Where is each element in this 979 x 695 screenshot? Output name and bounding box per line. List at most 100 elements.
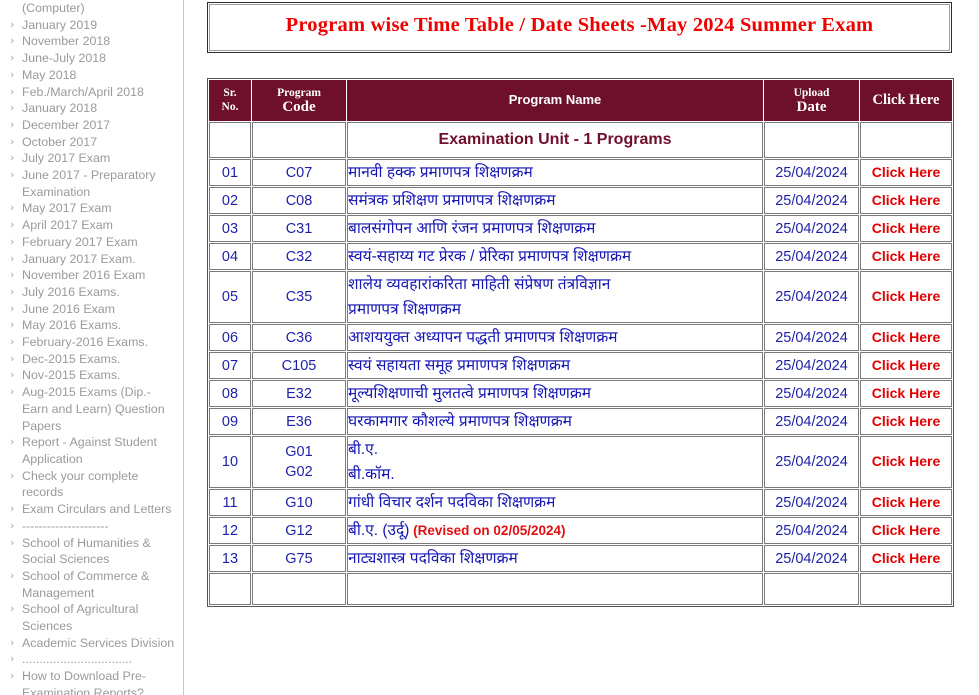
chevron-right-icon: ›	[10, 652, 15, 666]
sidebar-item-15[interactable]: › July 2016 Exams.	[0, 284, 183, 301]
sidebar-item-label: February 2017 Exam	[22, 234, 138, 249]
program-code-line: C31	[285, 220, 313, 237]
chevron-right-icon: ›	[10, 335, 15, 349]
program-name-line: मानवी हक्क प्रमाणपत्र शिक्षणक्रम	[348, 164, 533, 181]
chevron-right-icon: ›	[10, 568, 15, 582]
sidebar-item-6[interactable]: › December 2017	[0, 117, 183, 134]
table-row: 13 G75 नाट्यशास्त्र पदविका शिक्षणक्रम 25/04…	[209, 545, 952, 572]
program-name-line: घरकामगार कौशल्ये प्रमाणपत्र शिक्षणक्रम	[348, 413, 572, 430]
sidebar-item-26[interactable]: › School of Humanities & Social Sciences	[0, 535, 183, 568]
cell-click-here[interactable]: Click Here	[860, 517, 952, 544]
click-here-link[interactable]: Click Here	[872, 248, 940, 264]
sidebar-item-label: School of Humanities & Social Sciences	[22, 535, 151, 567]
click-here-link[interactable]: Click Here	[872, 494, 940, 510]
sidebar-item-label: November 2016 Exam	[22, 268, 146, 283]
sidebar-item-0[interactable]: › January 2019	[0, 17, 183, 34]
sidebar-item-11[interactable]: › April 2017 Exam	[0, 217, 183, 234]
cell-program-name: समंत्रक प्रशिक्षण प्रमाणपत्र शिक्षणक्रम	[347, 187, 763, 214]
program-code-line2: Code	[282, 99, 316, 115]
cell-click-here[interactable]: Click Here	[860, 545, 952, 572]
cell-click-here[interactable]: Click Here	[860, 159, 952, 186]
chevron-right-icon: ›	[10, 602, 15, 616]
partial-cell	[764, 573, 859, 605]
cell-program-name: घरकामगार कौशल्ये प्रमाणपत्र शिक्षणक्रम	[347, 408, 763, 435]
sidebar-item-22[interactable]: › Report - Against Student Application	[0, 434, 183, 467]
program-code-line: C36	[285, 329, 313, 346]
cell-click-here[interactable]: Click Here	[860, 215, 952, 242]
program-code-line: C105	[281, 357, 317, 374]
sidebar-item-28[interactable]: › School of Agricultural Sciences	[0, 601, 183, 634]
cell-click-here[interactable]: Click Here	[860, 324, 952, 351]
sidebar-item-9[interactable]: › June 2017 - Preparatory Examination	[0, 167, 183, 200]
cell-program-name: गांधी विचार दर्शन पदविका शिक्षणक्रम	[347, 489, 763, 516]
table-row: 02 C08 समंत्रक प्रशिक्षण प्रमाणपत्र शिक्षण…	[209, 187, 952, 214]
chevron-right-icon: ›	[10, 84, 15, 98]
cell-program-name: स्वयं-सहाय्य गट प्रेरक / प्रेरिका प्रमाण…	[347, 243, 763, 270]
sidebar-item-31[interactable]: › How to Download Pre-Examination Reports…	[0, 668, 183, 695]
click-here-link[interactable]: Click Here	[872, 357, 940, 373]
sidebar-item-label: Dec-2015 Exams.	[22, 351, 121, 366]
table-row: 11 G10 गांधी विचार दर्शन पदविका शिक्षणक्रम…	[209, 489, 952, 516]
column-header-program-name: Program Name	[347, 80, 763, 121]
program-name-line: समंत्रक प्रशिक्षण प्रमाणपत्र शिक्षणक्रम	[348, 192, 556, 209]
cell-click-here[interactable]: Click Here	[860, 271, 952, 323]
cell-click-here[interactable]: Click Here	[860, 187, 952, 214]
cell-upload-date: 25/04/2024	[764, 436, 859, 488]
cell-click-here[interactable]: Click Here	[860, 243, 952, 270]
chevron-right-icon: ›	[10, 17, 15, 31]
sidebar-item-25[interactable]: › ---------------------	[0, 518, 183, 535]
sidebar-navigation: (Computer) › January 2019 › November 2018 › J…	[0, 0, 184, 695]
table-row: 07 C105 स्वयं सहायता समूह प्रमाणपत्र शिक्ष…	[209, 352, 952, 379]
sidebar-item-29[interactable]: › Academic Services Division	[0, 635, 183, 652]
click-here-link[interactable]: Click Here	[872, 220, 940, 236]
sidebar-item-13[interactable]: › January 2017 Exam.	[0, 251, 183, 268]
sidebar-item-17[interactable]: › May 2016 Exams.	[0, 317, 183, 334]
click-here-link[interactable]: Click Here	[872, 288, 940, 304]
cell-upload-date: 25/04/2024	[764, 187, 859, 214]
sidebar-item-label: June-July 2018	[22, 51, 107, 66]
sidebar-item-30[interactable]: ›................................	[0, 651, 183, 668]
click-here-link[interactable]: Click Here	[872, 192, 940, 208]
sidebar-item-21[interactable]: › Aug-2015 Exams (Dip.- Earn and Learn) Q…	[0, 384, 183, 434]
click-here-link[interactable]: Click Here	[872, 385, 940, 401]
sidebar-item-label: November 2018	[22, 34, 111, 49]
cell-click-here[interactable]: Click Here	[860, 489, 952, 516]
cell-click-here[interactable]: Click Here	[860, 436, 952, 488]
sidebar-item-4[interactable]: › Feb./March/April 2018	[0, 84, 183, 101]
sidebar-item-7[interactable]: › October 2017	[0, 134, 183, 151]
sidebar-item-2[interactable]: › June-July 2018	[0, 50, 183, 67]
sidebar-item-18[interactable]: › February-2016 Exams.	[0, 334, 183, 351]
sidebar-item-23[interactable]: › Check your complete records	[0, 468, 183, 501]
click-here-link[interactable]: Click Here	[872, 164, 940, 180]
program-name-line: बी.ए. (उर्दू) (Revised on 02/05/2024)	[348, 522, 566, 539]
click-here-link[interactable]: Click Here	[872, 522, 940, 538]
sidebar-item-8[interactable]: › July 2017 Exam	[0, 150, 183, 167]
sidebar-item-label: May 2018	[22, 67, 77, 82]
sidebar-item-5[interactable]: › January 2018	[0, 100, 183, 117]
sidebar-item-19[interactable]: › Dec-2015 Exams.	[0, 351, 183, 368]
sidebar-item-14[interactable]: › November 2016 Exam	[0, 267, 183, 284]
cell-click-here[interactable]: Click Here	[860, 380, 952, 407]
column-header-click-here: Click Here	[860, 80, 952, 121]
sidebar-item-label: Exam Circulars and Letters	[22, 502, 172, 517]
sidebar-item-24[interactable]: › Exam Circulars and Letters	[0, 501, 183, 518]
sidebar-item-12[interactable]: › February 2017 Exam	[0, 234, 183, 251]
timetable-table-wrapper: Sr. No. Program Code Program Name Upload	[207, 78, 954, 607]
cell-click-here[interactable]: Click Here	[860, 352, 952, 379]
sidebar-item-27[interactable]: › School of Commerce & Management	[0, 568, 183, 601]
sr-no-line1: Sr.	[223, 87, 237, 99]
sidebar-item-3[interactable]: › May 2018	[0, 67, 183, 84]
click-here-link[interactable]: Click Here	[872, 329, 940, 345]
section-blank-cell-3	[764, 122, 859, 158]
click-here-link[interactable]: Click Here	[872, 413, 940, 429]
click-here-link[interactable]: Click Here	[872, 550, 940, 566]
sidebar-item-10[interactable]: › May 2017 Exam	[0, 200, 183, 217]
sidebar-item-1[interactable]: › November 2018	[0, 33, 183, 50]
sidebar-item-16[interactable]: › June 2016 Exam	[0, 301, 183, 318]
cell-program-name: मूल्यशिक्षणाची मुलतत्वे प्रमाणपत्र शिक्ष…	[347, 380, 763, 407]
click-here-link[interactable]: Click Here	[872, 453, 940, 469]
sidebar-item-20[interactable]: › Nov-2015 Exams.	[0, 367, 183, 384]
cell-click-here[interactable]: Click Here	[860, 408, 952, 435]
main-content: Program wise Time Table / Date Sheets -M…	[207, 0, 954, 607]
sidebar-item-label: School of Commerce & Management	[22, 568, 150, 600]
